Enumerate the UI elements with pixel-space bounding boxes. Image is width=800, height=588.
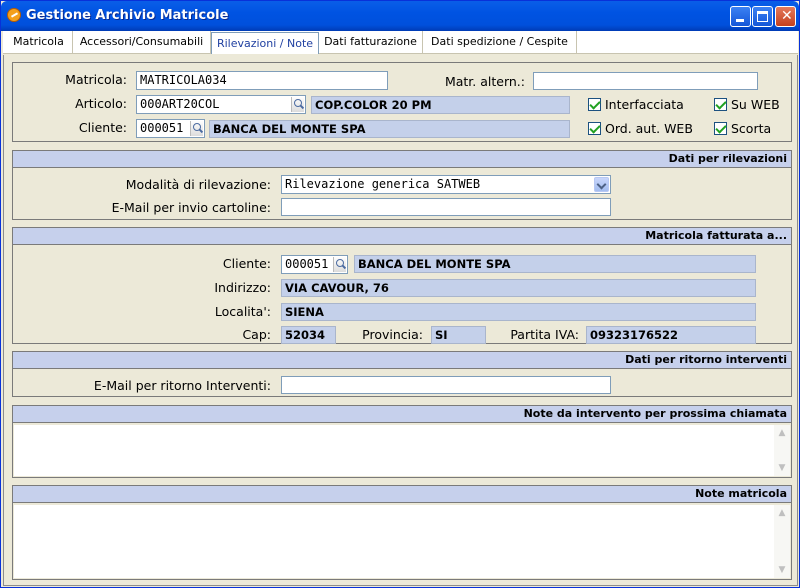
checkmark-icon — [588, 98, 601, 111]
email-cartoline-label: E-Mail per invio cartoline: — [111, 200, 271, 215]
tab-bar: Matricola Accessori/Consumabili Rilevazi… — [3, 31, 798, 54]
cliente-code-field[interactable]: 000051 — [136, 119, 205, 138]
dropdown-arrow-icon[interactable] — [594, 177, 609, 192]
localita-value: SIENA — [281, 303, 756, 321]
close-icon: ✕ — [781, 8, 793, 24]
note-intervento-textarea[interactable]: ▲ ▼ — [14, 425, 790, 476]
note-matricola-scrollbar[interactable]: ▲ ▼ — [774, 505, 790, 578]
scroll-down-icon[interactable]: ▼ — [775, 461, 789, 475]
note-intervento-scrollbar[interactable]: ▲ ▼ — [774, 425, 790, 476]
modalita-label: Modalità di rilevazione: — [125, 177, 271, 192]
tab-content: Matricola: MATRICOLA034 Matr. altern.: A… — [3, 55, 798, 586]
lookup-icon[interactable] — [291, 97, 304, 112]
interfacciata-label: Interfacciata — [605, 97, 684, 112]
email-cartoline-field[interactable] — [281, 198, 611, 216]
minimize-icon — [736, 19, 744, 22]
piva-label: Partita IVA: — [510, 327, 579, 342]
cap-value: 52034 — [281, 326, 336, 344]
maximize-button[interactable] — [752, 6, 773, 27]
maximize-icon — [757, 11, 768, 22]
articolo-description: COP.COLOR 20 PM — [311, 96, 570, 114]
tab-matricola[interactable]: Matricola — [5, 31, 73, 54]
ritorno-panel: Dati per ritorno interventi E-Mail per r… — [12, 351, 792, 397]
checkmark-icon — [588, 122, 601, 135]
scorta-checkbox[interactable]: Scorta — [714, 121, 771, 136]
fatt-cliente-label: Cliente: — [222, 256, 271, 271]
cap-label: Cap: — [242, 327, 271, 342]
ord-aut-web-checkbox[interactable]: Ord. aut. WEB — [588, 121, 693, 136]
modalita-value: Rilevazione generica SATWEB — [285, 177, 481, 191]
window-title: Gestione Archivio Matricole — [26, 8, 229, 23]
tab-accessori-consumabili[interactable]: Accessori/Consumabili — [73, 31, 211, 54]
piva-value: 09323176522 — [586, 326, 756, 344]
tab-dati-fatturazione[interactable]: Dati fatturazione — [319, 31, 423, 54]
scroll-up-icon[interactable]: ▲ — [775, 426, 789, 440]
minimize-button[interactable] — [730, 6, 751, 27]
ritorno-header: Dati per ritorno interventi — [13, 352, 791, 369]
note-matricola-textarea[interactable]: ▲ ▼ — [14, 505, 790, 578]
checkmark-icon — [714, 122, 727, 135]
main-window: Gestione Archivio Matricole ✕ Matricola … — [0, 0, 800, 588]
tab-rilevazioni-note[interactable]: Rilevazioni / Note — [211, 32, 319, 54]
ord-aut-web-label: Ord. aut. WEB — [605, 121, 693, 136]
fatturata-panel: Matricola fatturata a... Cliente: 000051… — [12, 227, 792, 344]
rilevazioni-panel: Dati per rilevazioni Modalità di rilevaz… — [12, 150, 792, 220]
modalita-select[interactable]: Rilevazione generica SATWEB — [281, 175, 611, 194]
lookup-icon[interactable] — [333, 257, 346, 272]
note-intervento-panel: Note da intervento per prossima chiamata… — [12, 405, 792, 478]
localita-label: Localita': — [214, 304, 271, 319]
tab-dati-spedizione-cespite[interactable]: Dati spedizione / Cespite — [423, 31, 577, 54]
fatt-cliente-code-field[interactable]: 000051 — [281, 255, 348, 274]
su-web-label: Su WEB — [731, 97, 780, 112]
header-panel: Matricola: MATRICOLA034 Matr. altern.: A… — [12, 62, 792, 142]
note-matricola-panel: Note matricola ▲ ▼ — [12, 485, 792, 580]
checkmark-icon — [714, 98, 727, 111]
matricola-label: Matricola: — [65, 72, 127, 87]
note-matricola-header: Note matricola — [13, 486, 791, 503]
articolo-code: 000ART20COL — [140, 97, 220, 111]
email-ritorno-label: E-Mail per ritorno Interventi: — [93, 378, 271, 393]
matr-altern-label: Matr. altern.: — [444, 74, 525, 89]
scorta-label: Scorta — [731, 121, 772, 136]
indirizzo-label: Indirizzo: — [214, 280, 271, 295]
fatturata-header: Matricola fatturata a... — [13, 228, 791, 245]
email-ritorno-field[interactable] — [281, 376, 611, 394]
provincia-label: Provincia: — [362, 327, 423, 342]
cliente-code: 000051 — [140, 121, 184, 135]
fatt-cliente-code: 000051 — [285, 257, 329, 271]
su-web-checkbox[interactable]: Su WEB — [714, 97, 780, 112]
interfacciata-checkbox[interactable]: Interfacciata — [588, 97, 684, 112]
provincia-value: SI — [431, 326, 486, 344]
articolo-label: Articolo: — [75, 96, 127, 111]
app-icon[interactable] — [7, 8, 21, 22]
cliente-description: BANCA DEL MONTE SPA — [209, 120, 570, 138]
rilevazioni-header: Dati per rilevazioni — [13, 151, 791, 168]
cliente-label: Cliente: — [78, 120, 127, 135]
close-button[interactable]: ✕ — [775, 6, 796, 27]
scroll-down-icon[interactable]: ▼ — [775, 563, 789, 577]
matricola-field[interactable]: MATRICOLA034 — [136, 71, 388, 90]
title-bar[interactable]: Gestione Archivio Matricole ✕ — [1, 1, 799, 31]
note-intervento-header: Note da intervento per prossima chiamata — [13, 406, 791, 423]
matr-altern-field[interactable] — [533, 72, 758, 90]
indirizzo-value: VIA CAVOUR, 76 — [281, 279, 756, 297]
articolo-code-field[interactable]: 000ART20COL — [136, 95, 306, 114]
lookup-icon[interactable] — [190, 121, 203, 136]
fatt-cliente-description: BANCA DEL MONTE SPA — [354, 255, 756, 273]
scroll-up-icon[interactable]: ▲ — [775, 506, 789, 520]
